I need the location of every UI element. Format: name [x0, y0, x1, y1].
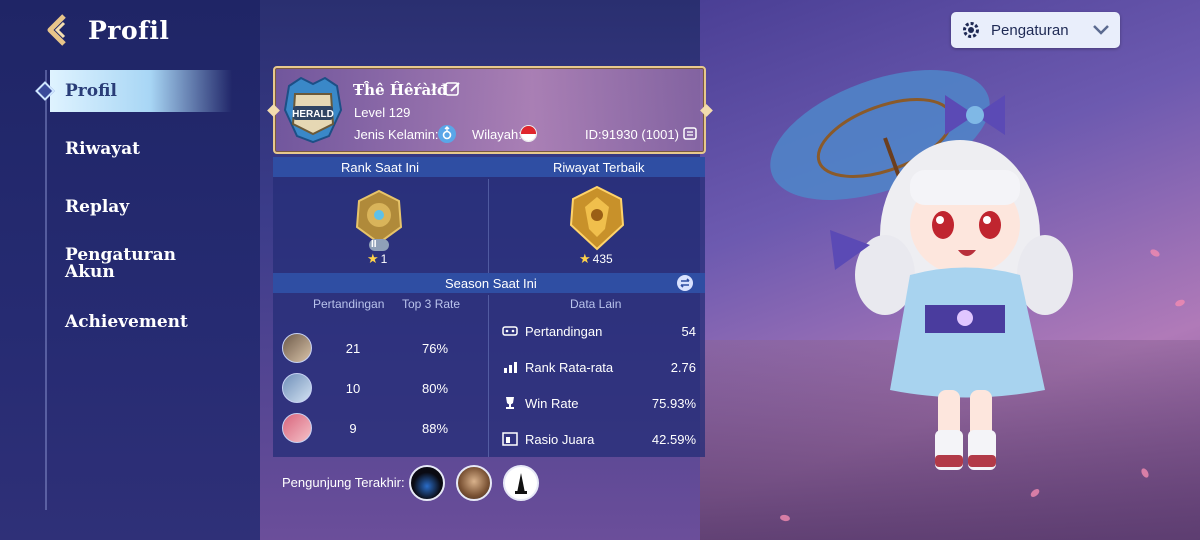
visitor-avatar[interactable]	[503, 465, 539, 501]
sidebar-line	[45, 70, 47, 510]
best-stars-value: 435	[592, 252, 613, 266]
sidebar-item-label: Profil	[65, 81, 117, 101]
data-label: Pertandingan	[525, 324, 603, 339]
player-name: Ŧĥê Ĥêŕàłđ	[353, 81, 448, 99]
best-rank-stars: ★ 435	[579, 251, 613, 267]
podium-icon	[502, 432, 518, 446]
current-rank-header: Rank Saat Ini	[341, 160, 420, 175]
gear-icon	[963, 22, 979, 38]
season-header-bar: Season Saat Ini	[273, 273, 705, 293]
region-label: Wilayah:	[472, 127, 522, 142]
matches-header: Pertandingan	[313, 297, 385, 311]
sidebar-item-achievement[interactable]: Achievement	[65, 314, 188, 331]
page-title: Profil	[88, 15, 170, 45]
stats-panel: Rank Saat Ini Riwayat Terbaik II ★ 1 ★ 4…	[273, 157, 705, 457]
character-illustration	[770, 70, 1073, 470]
current-rank-stars: ★ 1	[367, 251, 387, 267]
other-data-header: Data Lain	[570, 297, 622, 311]
recent-visitors-label: Pengunjung Terakhir:	[282, 475, 405, 490]
season-header: Season Saat Ini	[445, 276, 537, 291]
back-arrow-icon[interactable]	[42, 12, 78, 48]
data-label: Win Rate	[525, 396, 579, 411]
data-label: Rank Rata-rata	[525, 360, 614, 375]
sidebar-item-profil[interactable]: Profil	[50, 70, 232, 112]
current-stars-value: 1	[380, 252, 388, 266]
settings-button[interactable]: Pengaturan	[951, 12, 1120, 48]
player-id: ID:91930 (1001)	[585, 127, 679, 142]
indonesia-flag-icon	[520, 125, 537, 142]
sidebar-item-replay[interactable]: Replay	[65, 199, 129, 216]
data-value: 2.76	[670, 360, 696, 375]
hero-matches: 21	[345, 341, 361, 356]
hero-top3-rate: 80%	[421, 381, 449, 396]
top3-header: Top 3 Rate	[402, 297, 461, 311]
visitor-avatar[interactable]	[456, 465, 492, 501]
chart-icon	[504, 362, 517, 373]
data-value: 54	[681, 324, 696, 339]
sidebar-item-pengaturan-akun[interactable]: Pengaturan Akun	[65, 247, 185, 281]
rank-tier: II	[371, 239, 377, 250]
settings-label: Pengaturan	[991, 21, 1069, 39]
profile-card: HERALD Ŧĥê Ĥêŕàłđ Level 129 Jenis Kelami…	[267, 66, 713, 154]
best-rank-icon[interactable]	[567, 185, 627, 255]
hero-avatar[interactable]	[282, 373, 312, 403]
swap-icon[interactable]	[677, 275, 693, 291]
card-ornament	[267, 104, 280, 117]
player-level: Level 129	[354, 105, 411, 120]
gender-label: Jenis Kelamin:	[354, 127, 439, 142]
visitor-avatar[interactable]	[409, 465, 445, 501]
hero-top3-rate: 76%	[421, 341, 449, 356]
page-header: Profil	[42, 12, 169, 48]
best-rank-header: Riwayat Terbaik	[553, 160, 645, 175]
data-value: 75.93%	[651, 396, 696, 411]
badge-text: HERALD	[292, 109, 334, 120]
sidebar-item-riwayat[interactable]: Riwayat	[65, 141, 140, 158]
edit-icon[interactable]	[445, 81, 461, 97]
avatar-badge-icon[interactable]: HERALD	[281, 74, 345, 146]
current-rank-icon[interactable]	[349, 187, 409, 257]
data-value: 42.59%	[651, 432, 696, 447]
trophy-icon	[506, 397, 514, 409]
hero-avatar[interactable]	[282, 413, 312, 443]
gender-icon	[438, 125, 456, 143]
copy-icon[interactable]	[683, 126, 697, 140]
hero-top3-rate: 88%	[421, 421, 449, 436]
divider	[488, 179, 489, 273]
rank-header-bar: Rank Saat Ini Riwayat Terbaik	[273, 157, 705, 177]
divider	[488, 295, 489, 457]
hero-matches: 9	[349, 421, 357, 436]
controller-icon	[502, 326, 518, 336]
chevron-down-icon	[1093, 25, 1109, 35]
hero-avatar[interactable]	[282, 333, 312, 363]
star-icon: ★	[579, 251, 591, 266]
hero-matches: 10	[345, 381, 361, 396]
star-icon: ★	[367, 251, 379, 266]
data-label: Rasio Juara	[525, 432, 595, 447]
